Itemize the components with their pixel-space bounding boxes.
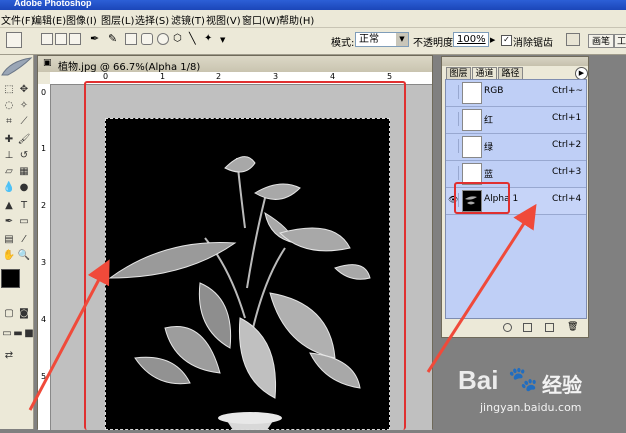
paw-icon: 🐾: [508, 365, 538, 393]
arrow-to-image: [28, 259, 110, 411]
baidu-watermark: Bai 🐾 经验 jingyan.baidu.com: [450, 363, 620, 419]
watermark-brand-suffix: 经验: [542, 373, 582, 397]
arrow-to-alpha-channel: [426, 203, 537, 373]
watermark-url: jingyan.baidu.com: [480, 401, 582, 414]
watermark-brand: Bai: [458, 365, 499, 395]
